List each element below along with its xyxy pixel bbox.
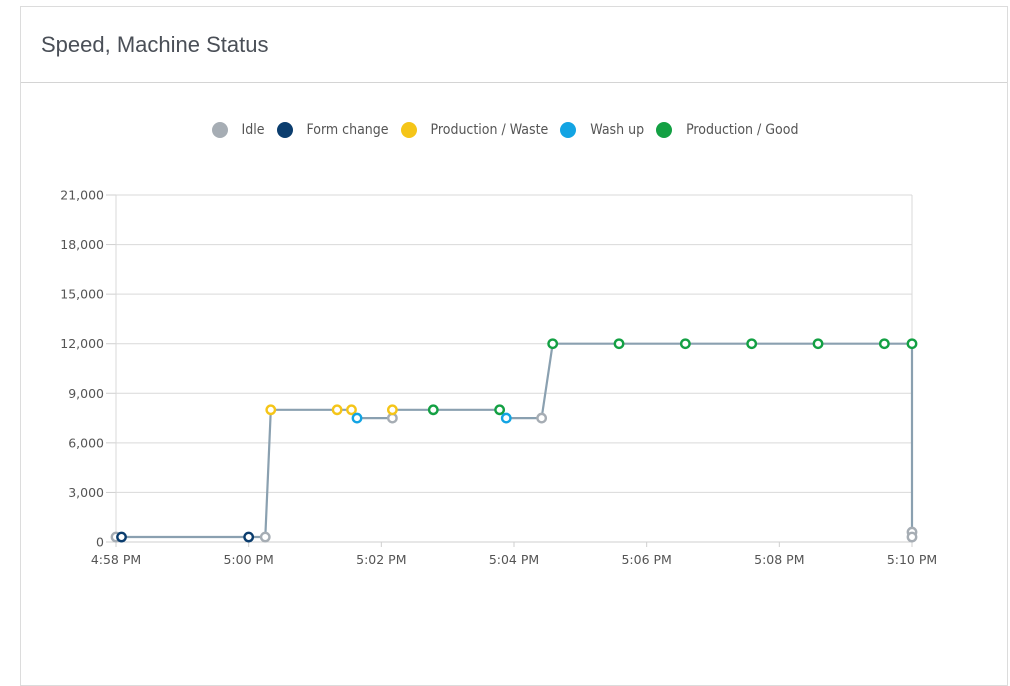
data-point-production-good — [812, 338, 824, 350]
data-point-wash-up — [351, 412, 363, 424]
data-point-idle — [906, 531, 918, 543]
data-point-production-good — [547, 338, 559, 350]
data-point-production-good — [746, 338, 758, 350]
x-tick-label: 5:04 PM — [489, 552, 539, 567]
data-point-idle — [259, 531, 271, 543]
data-point-production-good — [427, 404, 439, 416]
data-point-production-good — [494, 404, 506, 416]
y-tick-label: 18,000 — [60, 237, 104, 252]
x-tick-label: 5:06 PM — [621, 552, 671, 567]
x-tick-label: 4:58 PM — [91, 552, 141, 567]
data-point-production-good — [878, 338, 890, 350]
x-tick-label: 5:10 PM — [887, 552, 937, 567]
x-tick-label: 5:00 PM — [223, 552, 273, 567]
data-point-production-good — [906, 338, 918, 350]
data-point-production-waste — [331, 404, 343, 416]
data-point-production-good — [679, 338, 691, 350]
data-point-form-change — [243, 531, 255, 543]
y-tick-label: 15,000 — [60, 287, 104, 302]
y-tick-label: 3,000 — [68, 485, 104, 500]
x-tick-label: 5:08 PM — [754, 552, 804, 567]
data-point-form-change — [116, 531, 127, 543]
data-point-production-waste — [386, 404, 398, 416]
y-tick-label: 0 — [96, 535, 104, 550]
data-point-idle — [536, 412, 548, 424]
y-tick-label: 21,000 — [60, 188, 104, 203]
data-point-production-waste — [265, 404, 277, 416]
y-tick-label: 9,000 — [68, 386, 104, 401]
x-tick-label: 5:02 PM — [356, 552, 406, 567]
data-point-wash-up — [500, 412, 512, 424]
data-point-production-good — [613, 338, 625, 350]
speed-chart: 0 3,000 6,000 9,000 12,000 15,000 18,000 21,000… — [60, 188, 937, 568]
y-tick-label: 6,000 — [68, 435, 104, 450]
speed-series-line — [116, 342, 914, 539]
data-point-production-waste — [346, 404, 357, 416]
y-tick-label: 12,000 — [60, 336, 104, 351]
